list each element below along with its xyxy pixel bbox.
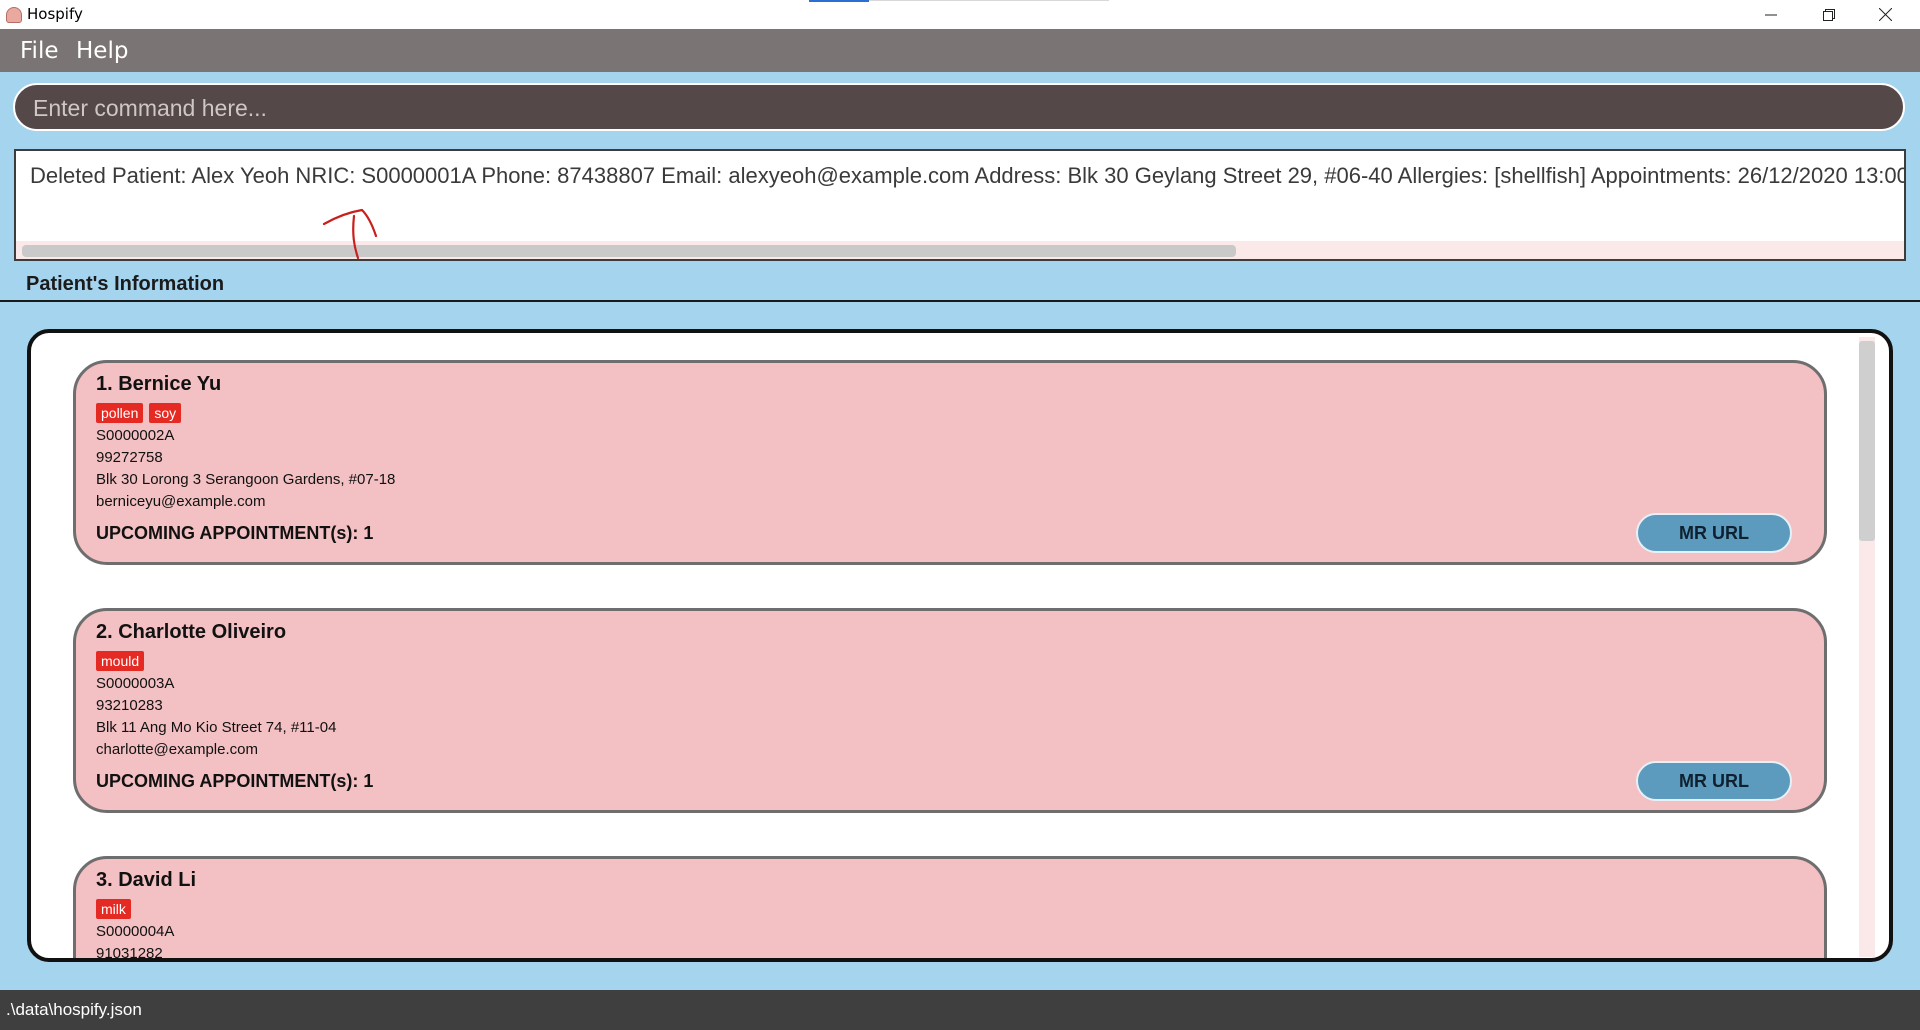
patient-card[interactable]: 2. Charlotte Oliveiro mould S0000003A 93… bbox=[73, 608, 1827, 813]
list-scrollbar-thumb[interactable] bbox=[1859, 341, 1875, 541]
close-button[interactable] bbox=[1862, 0, 1908, 29]
patient-nric: S0000004A bbox=[96, 923, 175, 940]
mr-url-button[interactable]: MR URL bbox=[1636, 513, 1792, 553]
result-text: Deleted Patient: Alex Yeoh NRIC: S000000… bbox=[30, 163, 1906, 188]
title-bar: Hospify bbox=[0, 0, 1920, 29]
patient-phone: 91031282 bbox=[96, 945, 163, 962]
patient-name: 3. David Li bbox=[96, 869, 197, 891]
result-scrollbar[interactable] bbox=[16, 241, 1904, 259]
window-title: Hospify bbox=[27, 5, 83, 23]
patient-nric: S0000002A bbox=[96, 427, 175, 444]
patient-email: charlotte@example.com bbox=[96, 741, 258, 758]
patient-name: 1. Bernice Yu bbox=[96, 373, 222, 395]
appointment-count: UPCOMING APPOINTMENT(s): 1 bbox=[96, 523, 374, 543]
title-accent-line bbox=[869, 0, 1109, 1]
menu-help[interactable]: Help bbox=[76, 38, 128, 64]
patient-email: berniceyu@example.com bbox=[96, 493, 266, 510]
divider bbox=[0, 300, 1920, 302]
minimize-icon bbox=[1765, 14, 1777, 15]
title-accent bbox=[809, 0, 869, 2]
patient-phone: 99272758 bbox=[96, 449, 163, 466]
menu-file[interactable]: File bbox=[20, 38, 59, 64]
allergy-tags: pollen soy bbox=[96, 403, 182, 423]
allergy-tag: soy bbox=[149, 403, 182, 423]
close-icon bbox=[1878, 8, 1892, 21]
allergy-tag: pollen bbox=[96, 403, 144, 423]
command-input[interactable] bbox=[31, 92, 1875, 124]
mr-url-button[interactable]: MR URL bbox=[1636, 761, 1792, 801]
restore-button[interactable] bbox=[1806, 0, 1852, 29]
app-icon bbox=[6, 7, 22, 23]
result-display: Deleted Patient: Alex Yeoh NRIC: S000000… bbox=[14, 149, 1906, 261]
patient-address: Blk 11 Ang Mo Kio Street 74, #11-04 bbox=[96, 719, 337, 736]
allergy-tag: mould bbox=[96, 651, 145, 671]
annotation-arrow-icon bbox=[322, 208, 378, 260]
section-title: Patient's Information bbox=[26, 273, 225, 295]
patient-phone: 93210283 bbox=[96, 697, 163, 714]
patient-name: 2. Charlotte Oliveiro bbox=[96, 621, 287, 643]
patient-card[interactable]: 3. David Li milk S0000004A 91031282 bbox=[73, 856, 1827, 962]
patient-list[interactable]: 1. Bernice Yu pollen soy S0000002A 99272… bbox=[27, 329, 1893, 962]
data-file-path: .\data\hospify.json bbox=[6, 1000, 142, 1019]
patient-address: Blk 30 Lorong 3 Serangoon Gardens, #07-1… bbox=[96, 471, 396, 488]
patient-nric: S0000003A bbox=[96, 675, 175, 692]
restore-icon bbox=[1823, 8, 1835, 21]
allergy-tag: milk bbox=[96, 899, 131, 919]
menu-bar: File Help bbox=[0, 29, 1920, 72]
patient-card[interactable]: 1. Bernice Yu pollen soy S0000002A 99272… bbox=[73, 360, 1827, 565]
appointment-count: UPCOMING APPOINTMENT(s): 1 bbox=[96, 771, 374, 791]
allergy-tags: mould bbox=[96, 651, 145, 671]
result-scrollbar-thumb[interactable] bbox=[22, 245, 1236, 257]
status-bar: .\data\hospify.json bbox=[0, 990, 1920, 1030]
command-box bbox=[13, 83, 1905, 131]
minimize-button[interactable] bbox=[1748, 0, 1794, 29]
allergy-tags: milk bbox=[96, 899, 131, 919]
